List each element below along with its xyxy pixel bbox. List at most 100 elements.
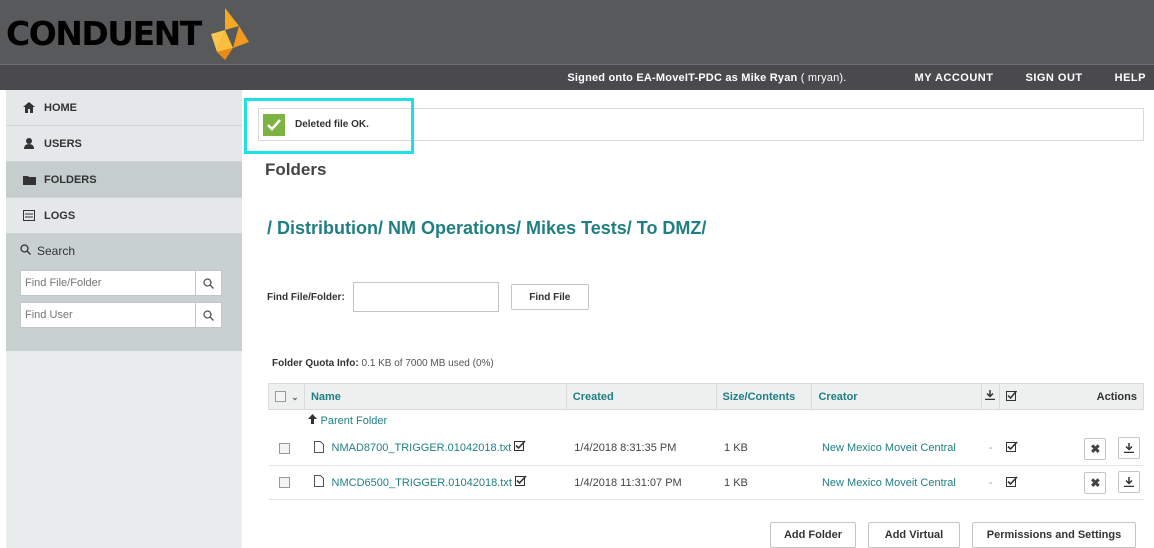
notify-column-header [999,383,1040,410]
created-cell: 1/4/2018 11:31:07 PM [566,465,717,500]
user-login: ( mryan). [797,71,847,84]
creator-column-header[interactable]: Creator [811,383,982,410]
close-icon: ✖ [1090,476,1101,490]
checkbox-checked-icon [514,475,527,489]
quota-label: Folder Quota Info: [272,358,359,369]
signed-mid: as [722,71,742,84]
search-icon [20,244,31,258]
checkbox-checked-icon [1006,390,1018,401]
find-user-input[interactable] [21,303,195,327]
download-icon [1123,442,1134,453]
sidebar-item-label: HOME [44,101,77,114]
find-file-input[interactable] [352,282,499,312]
find-file-folder-input[interactable] [21,271,195,295]
find-file-label: Find File/Folder: [267,291,345,303]
breadcrumb-distribution[interactable]: / Distribution/ [267,218,383,239]
add-virtual-button[interactable]: Add Virtual [868,522,960,548]
home-icon [22,102,36,113]
search-label: Search [37,244,76,258]
permissions-settings-button[interactable]: Permissions and Settings [972,522,1136,548]
top-navbar: Signed onto EA-MoveIT-PDC as Mike Ryan (… [0,64,1154,90]
find-file-button[interactable]: Find File [510,284,589,310]
delete-file-button[interactable]: ✖ [1084,437,1107,460]
conduent-logo[interactable]: CONDUENT [6,6,251,60]
row-checkbox[interactable] [278,477,290,489]
creator-link[interactable]: New Mexico Moveit Central [822,477,956,489]
download-file-button[interactable] [1117,436,1140,459]
user-icon [22,138,36,149]
folder-quota-info: Folder Quota Info: 0.1 KB of 7000 MB use… [272,358,494,369]
log-icon [22,210,36,221]
download-file-button[interactable] [1117,471,1140,493]
highlight-box [244,98,414,154]
select-all-header[interactable]: ⌄ [269,384,305,410]
parent-folder-row: Parent Folder [269,410,1144,432]
file-icon [314,441,325,456]
logo-text: CONDUENT [6,13,202,53]
find-file-folder-search [20,270,222,296]
creator-link[interactable]: New Mexico Moveit Central [822,442,956,454]
table-row: NMCD6500_TRIGGER.01042018.txt 1/4/2018 1… [268,465,1144,500]
chevron-down-icon[interactable]: ⌄ [291,392,299,402]
sidebar-item-users[interactable]: USERS [6,126,242,162]
help-link[interactable]: HELP [1115,72,1146,84]
signed-prefix: Signed onto [567,71,637,84]
size-cell: 1 KB [716,431,812,466]
folder-icon [22,175,36,185]
user-name: Mike Ryan [741,71,798,84]
file-name-link[interactable]: NMAD8700_TRIGGER.01042018.txt [332,442,512,454]
search-icon [203,309,214,321]
size-column-header[interactable]: Size/Contents [715,383,812,410]
created-column-header[interactable]: Created [565,383,717,410]
breadcrumb: / Distribution/ NM Operations/ Mikes Tes… [267,218,706,239]
delete-file-button[interactable]: ✖ [1084,472,1107,494]
close-icon: ✖ [1090,441,1101,456]
sidebar-item-label: USERS [44,137,82,150]
size-cell: 1 KB [716,465,812,500]
find-file-folder-search-button[interactable] [195,271,221,295]
logo-mark-icon [210,8,249,60]
files-table: ⌄ Name Created Size/Contents Creator Act… [268,383,1144,500]
sidebar-item-logs[interactable]: LOGS [6,198,242,234]
sign-out-link[interactable]: SIGN OUT [1025,72,1082,84]
search-heading: Search [20,240,228,262]
sidebar-item-label: LOGS [44,209,76,222]
select-all-checkbox[interactable] [275,391,286,403]
arrow-up-icon [308,414,318,427]
find-file-row: Find File/Folder: Find File [267,282,589,312]
name-column-header[interactable]: Name [303,383,567,410]
breadcrumb-nm-operations[interactable]: NM Operations/ [388,218,521,239]
page-title: Folders [265,160,327,179]
my-account-link[interactable]: MY ACCOUNT [915,72,994,84]
actions-column-header: Actions [1096,390,1137,403]
top-header: CONDUENT [0,0,1154,64]
sidebar: HOME USERS FOLDERS LOGS Search [6,90,242,548]
sidebar-item-home[interactable]: HOME [6,90,242,126]
download-column-header [981,383,1000,410]
row-checkbox[interactable] [278,442,290,454]
table-row: NMAD8700_TRIGGER.01042018.txt 1/4/2018 8… [268,431,1144,466]
main-content: Deleted file OK. Folders / Distribution/… [244,90,1154,548]
breadcrumb-to-dmz[interactable]: To DMZ/ [637,218,707,239]
server-name: EA-MoveIT-PDC [636,71,723,84]
parent-folder-link[interactable]: Parent Folder [321,415,388,427]
checkbox-checked-icon [514,440,526,454]
bottom-actions: Add Folder Add Virtual Permissions and S… [770,522,1136,548]
created-cell: 1/4/2018 8:31:35 PM [566,431,717,466]
add-folder-button[interactable]: Add Folder [770,522,856,548]
download-count-cell: - [981,465,1000,500]
find-user-search-button[interactable] [195,303,221,327]
file-icon [314,475,325,490]
download-count-cell: - [981,431,1000,466]
checkbox-checked-icon [1005,475,1018,490]
table-header-row: ⌄ Name Created Size/Contents Creator Act… [268,383,1144,410]
checkbox-checked-icon [1005,441,1018,455]
download-icon [985,390,996,401]
sidebar-search: Search [6,234,242,351]
sidebar-item-folders[interactable]: FOLDERS [6,162,242,198]
breadcrumb-mikes-tests[interactable]: Mikes Tests/ [526,218,632,239]
sidebar-item-label: FOLDERS [44,173,97,186]
signed-on-status: Signed onto EA-MoveIT-PDC as Mike Ryan (… [567,72,846,84]
file-name-link[interactable]: NMCD6500_TRIGGER.01042018.txt [332,477,512,489]
download-icon [1123,477,1134,487]
